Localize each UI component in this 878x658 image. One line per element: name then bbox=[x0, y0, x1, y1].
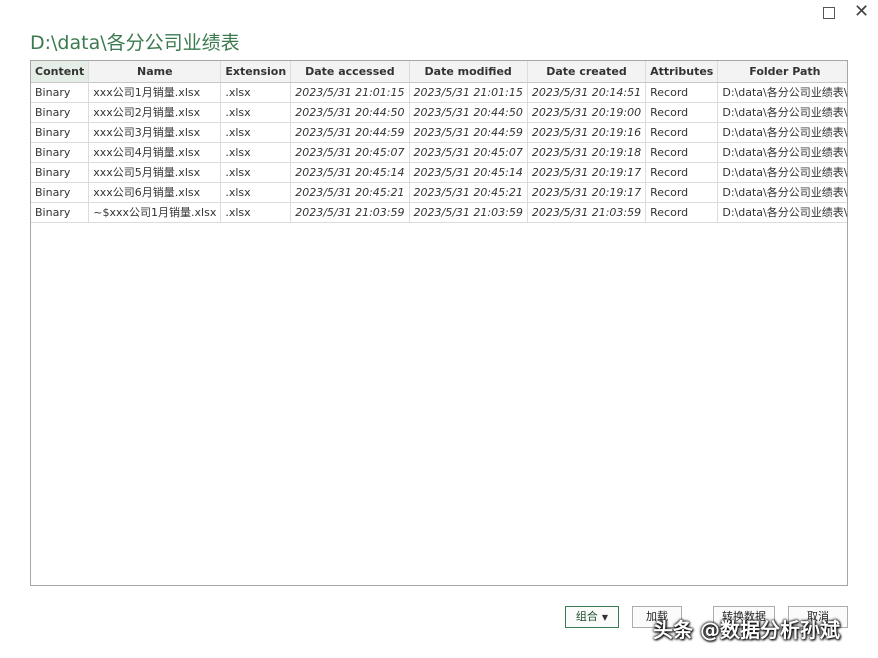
cell-folder-path: D:\data\各分公司业绩表\ bbox=[717, 162, 847, 183]
combine-button-label: 组合 bbox=[575, 610, 598, 623]
page-title: D:\data\各分公司业绩表 bbox=[30, 32, 240, 54]
column-header-date-modified[interactable]: Date modified bbox=[409, 61, 528, 83]
cell-date-modified: 2023/5/31 20:44:59 bbox=[409, 122, 528, 143]
column-header-name[interactable]: Name bbox=[88, 61, 222, 83]
cell-attributes[interactable]: Record bbox=[645, 142, 719, 163]
table-row[interactable]: Binary ~$xxx公司1月销量.xlsx .xlsx 2023/5/31 … bbox=[31, 202, 847, 223]
cell-date-accessed: 2023/5/31 21:03:59 bbox=[290, 202, 410, 223]
cell-date-accessed: 2023/5/31 20:44:59 bbox=[290, 122, 410, 143]
combine-button[interactable]: 组合 ▼ bbox=[565, 606, 619, 628]
chevron-down-icon: ▼ bbox=[601, 613, 609, 622]
cell-extension: .xlsx bbox=[220, 142, 292, 163]
cell-folder-path: D:\data\各分公司业绩表\ bbox=[717, 122, 847, 143]
cell-date-created: 2023/5/31 20:19:17 bbox=[527, 182, 647, 203]
cell-name: xxx公司3月销量.xlsx bbox=[88, 122, 222, 143]
cell-date-created: 2023/5/31 21:03:59 bbox=[527, 202, 647, 223]
table-row[interactable]: Binary xxx公司5月销量.xlsx .xlsx 2023/5/31 20… bbox=[31, 162, 847, 183]
cell-date-modified: 2023/5/31 20:45:21 bbox=[409, 182, 528, 203]
cell-date-created: 2023/5/31 20:19:00 bbox=[527, 102, 647, 123]
cell-attributes[interactable]: Record bbox=[645, 162, 719, 183]
cell-content[interactable]: Binary bbox=[31, 162, 90, 183]
cell-attributes[interactable]: Record bbox=[645, 102, 719, 123]
column-header-extension[interactable]: Extension bbox=[220, 61, 292, 83]
cell-content[interactable]: Binary bbox=[31, 122, 90, 143]
cell-date-accessed: 2023/5/31 20:45:07 bbox=[290, 142, 410, 163]
column-header-date-created[interactable]: Date created bbox=[527, 61, 647, 83]
cell-date-modified: 2023/5/31 21:03:59 bbox=[409, 202, 528, 223]
cell-date-modified: 2023/5/31 20:45:14 bbox=[409, 162, 528, 183]
close-icon[interactable]: ✕ bbox=[854, 3, 869, 21]
cell-name: xxx公司4月销量.xlsx bbox=[88, 142, 222, 163]
cell-folder-path: D:\data\各分公司业绩表\ bbox=[717, 82, 847, 103]
cell-date-created: 2023/5/31 20:19:17 bbox=[527, 162, 647, 183]
cell-content[interactable]: Binary bbox=[31, 202, 90, 223]
cell-extension: .xlsx bbox=[220, 162, 292, 183]
table-row[interactable]: Binary xxx公司4月销量.xlsx .xlsx 2023/5/31 20… bbox=[31, 142, 847, 163]
cell-extension: .xlsx bbox=[220, 82, 292, 103]
cell-content[interactable]: Binary bbox=[31, 102, 90, 123]
cell-folder-path: D:\data\各分公司业绩表\ bbox=[717, 202, 847, 223]
cell-folder-path: D:\data\各分公司业绩表\ bbox=[717, 182, 847, 203]
cell-date-modified: 2023/5/31 20:45:07 bbox=[409, 142, 528, 163]
cell-date-modified: 2023/5/31 21:01:15 bbox=[409, 82, 528, 103]
maximize-icon[interactable] bbox=[823, 7, 835, 19]
table-row[interactable]: Binary xxx公司1月销量.xlsx .xlsx 2023/5/31 21… bbox=[31, 82, 847, 103]
cell-name: xxx公司1月销量.xlsx bbox=[88, 82, 222, 103]
cell-content[interactable]: Binary bbox=[31, 182, 90, 203]
table-row[interactable]: Binary xxx公司2月销量.xlsx .xlsx 2023/5/31 20… bbox=[31, 102, 847, 123]
cell-date-accessed: 2023/5/31 20:45:21 bbox=[290, 182, 410, 203]
watermark: 头条 @数据分析孙斌 bbox=[653, 618, 840, 642]
cell-name: xxx公司2月销量.xlsx bbox=[88, 102, 222, 123]
cell-extension: .xlsx bbox=[220, 182, 292, 203]
column-header-folder-path[interactable]: Folder Path bbox=[717, 61, 847, 83]
cell-date-created: 2023/5/31 20:14:51 bbox=[527, 82, 647, 103]
cell-date-accessed: 2023/5/31 20:45:14 bbox=[290, 162, 410, 183]
table-row[interactable]: Binary xxx公司3月销量.xlsx .xlsx 2023/5/31 20… bbox=[31, 122, 847, 143]
preview-table-container: Content Name Extension Date accessed Dat… bbox=[30, 60, 848, 586]
column-header-attributes[interactable]: Attributes bbox=[645, 61, 719, 83]
cell-name: xxx公司5月销量.xlsx bbox=[88, 162, 222, 183]
cell-date-accessed: 2023/5/31 21:01:15 bbox=[290, 82, 410, 103]
column-header-date-accessed[interactable]: Date accessed bbox=[290, 61, 410, 83]
cell-attributes[interactable]: Record bbox=[645, 122, 719, 143]
column-header-content[interactable]: Content bbox=[31, 61, 90, 83]
table-row[interactable]: Binary xxx公司6月销量.xlsx .xlsx 2023/5/31 20… bbox=[31, 182, 847, 203]
cell-name: ~$xxx公司1月销量.xlsx bbox=[88, 202, 222, 223]
cell-date-created: 2023/5/31 20:19:16 bbox=[527, 122, 647, 143]
cell-extension: .xlsx bbox=[220, 122, 292, 143]
cell-attributes[interactable]: Record bbox=[645, 202, 719, 223]
cell-extension: .xlsx bbox=[220, 102, 292, 123]
cell-content[interactable]: Binary bbox=[31, 82, 90, 103]
cell-name: xxx公司6月销量.xlsx bbox=[88, 182, 222, 203]
cell-date-created: 2023/5/31 20:19:18 bbox=[527, 142, 647, 163]
cell-date-modified: 2023/5/31 20:44:50 bbox=[409, 102, 528, 123]
cell-folder-path: D:\data\各分公司业绩表\ bbox=[717, 102, 847, 123]
cell-date-accessed: 2023/5/31 20:44:50 bbox=[290, 102, 410, 123]
cell-extension: .xlsx bbox=[220, 202, 292, 223]
preview-table: Content Name Extension Date accessed Dat… bbox=[31, 61, 847, 223]
cell-attributes[interactable]: Record bbox=[645, 82, 719, 103]
table-header-row: Content Name Extension Date accessed Dat… bbox=[31, 61, 847, 83]
cell-folder-path: D:\data\各分公司业绩表\ bbox=[717, 142, 847, 163]
cell-content[interactable]: Binary bbox=[31, 142, 90, 163]
cell-attributes[interactable]: Record bbox=[645, 182, 719, 203]
